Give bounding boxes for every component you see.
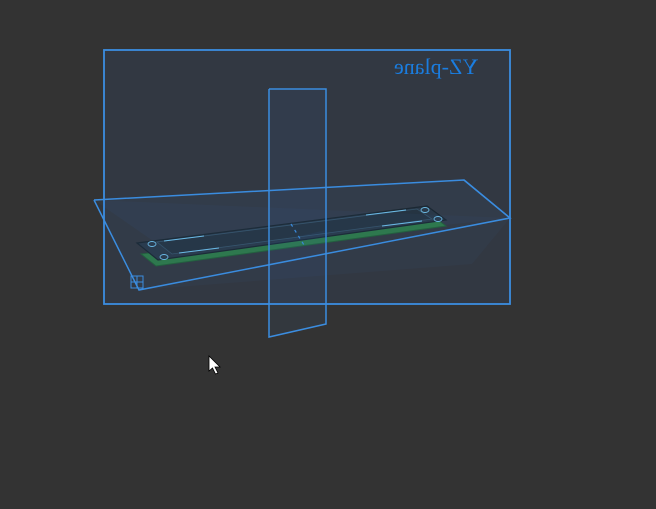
yz-plane-label: YZ-plane bbox=[394, 54, 478, 80]
3d-viewport[interactable]: YZ-plane bbox=[0, 0, 656, 509]
vertical-plane-front-fill[interactable] bbox=[104, 50, 510, 304]
scene-panel[interactable]: YZ-plane bbox=[4, 4, 652, 505]
scene-svg[interactable] bbox=[4, 4, 652, 505]
